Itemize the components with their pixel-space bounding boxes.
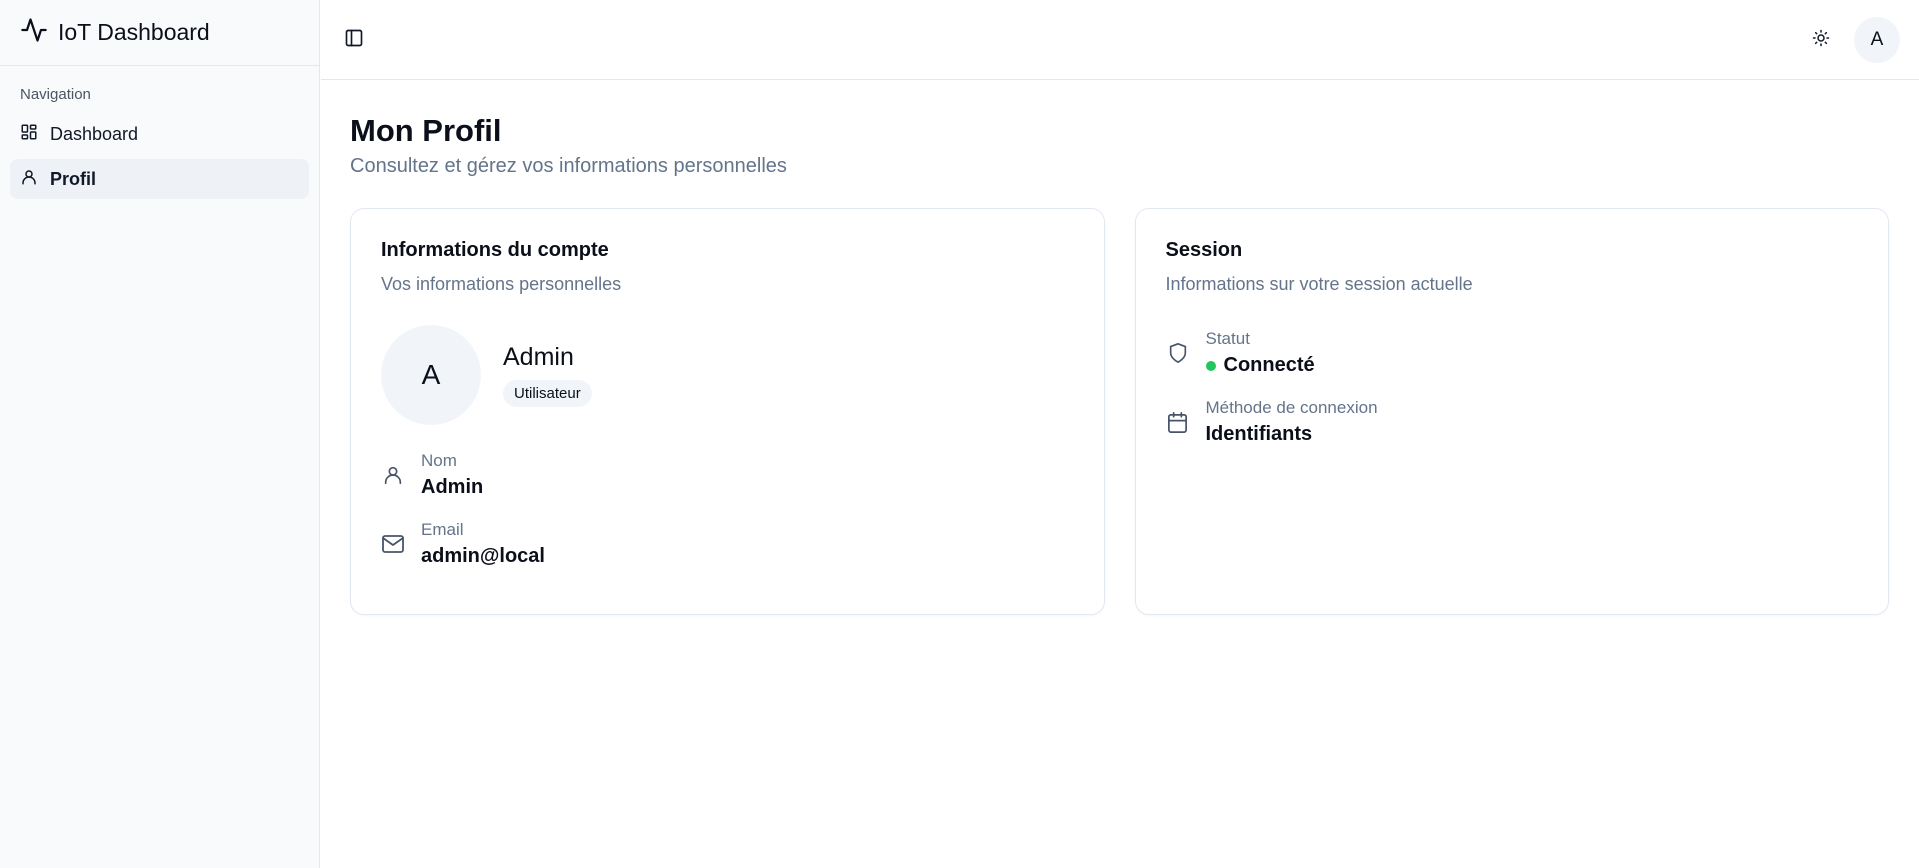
user-icon	[20, 168, 38, 191]
profile-summary: A Admin Utilisateur	[381, 325, 1074, 425]
info-value: Admin	[421, 476, 483, 499]
user-avatar-button[interactable]: A	[1854, 17, 1900, 63]
page-subtitle: Consultez et gérez vos informations pers…	[350, 155, 787, 177]
session-card: Session Informations sur votre session a…	[1134, 208, 1889, 615]
info-value: admin@local	[421, 545, 545, 568]
brand[interactable]: IoT Dashboard	[0, 0, 319, 66]
sidebar: IoT Dashboard Navigation Dashboard Profi…	[0, 0, 320, 868]
method-value: Identifiants	[1205, 423, 1313, 445]
account-info-card: Informations du compte Vos informations …	[350, 208, 1105, 615]
sidebar-toggle-button[interactable]	[341, 27, 367, 53]
card-title: Informations du compte	[381, 239, 609, 261]
avatar: A	[381, 325, 481, 425]
cards-grid: Informations du compte Vos informations …	[350, 208, 1889, 615]
info-value: Connecté	[1205, 354, 1315, 377]
sun-icon	[1812, 29, 1830, 52]
topbar: A	[321, 0, 1919, 80]
info-row-email: Email admin@local	[381, 520, 1074, 568]
role-badge: Utilisateur	[503, 380, 592, 407]
mail-icon	[381, 532, 405, 556]
user-icon	[381, 463, 405, 487]
sidebar-item-dashboard[interactable]: Dashboard	[10, 114, 309, 154]
card-description: Informations sur votre session actuelle	[1165, 274, 1473, 294]
sidebar-item-label: Dashboard	[50, 123, 139, 144]
shield-icon	[1166, 341, 1190, 365]
main-content: Mon Profil Consultez et gérez vos inform…	[350, 80, 1889, 615]
page-title: Mon Profil	[350, 113, 502, 148]
status-value: Connecté	[1223, 354, 1315, 376]
info-label: Email	[421, 520, 464, 539]
sidebar-item-label: Profil	[50, 168, 97, 189]
calendar-icon	[1166, 410, 1190, 434]
info-row-methode: Méthode de connexion Identifiants	[1166, 398, 1859, 446]
app-title: IoT Dashboard	[58, 19, 210, 45]
sidebar-toggle-icon	[344, 28, 364, 53]
info-label: Statut	[1205, 329, 1250, 348]
card-title: Session	[1165, 239, 1243, 261]
info-label: Méthode de connexion	[1205, 398, 1378, 417]
profile-name: Admin	[503, 343, 574, 371]
info-value: Identifiants	[1206, 423, 1378, 446]
info-row-nom: Nom Admin	[381, 451, 1074, 499]
sidebar-item-profil[interactable]: Profil	[10, 159, 309, 199]
status-indicator	[1205, 360, 1216, 371]
name-value: Admin	[421, 476, 484, 498]
layout-dashboard-icon	[20, 123, 38, 146]
activity-icon	[20, 16, 48, 49]
info-label: Nom	[421, 451, 457, 470]
info-row-statut: Statut Connecté	[1166, 329, 1859, 377]
nav-group-label: Navigation	[20, 86, 91, 103]
card-description: Vos informations personnelles	[381, 274, 622, 294]
theme-toggle-button[interactable]	[1807, 26, 1835, 54]
email-value: admin@local	[421, 545, 545, 567]
